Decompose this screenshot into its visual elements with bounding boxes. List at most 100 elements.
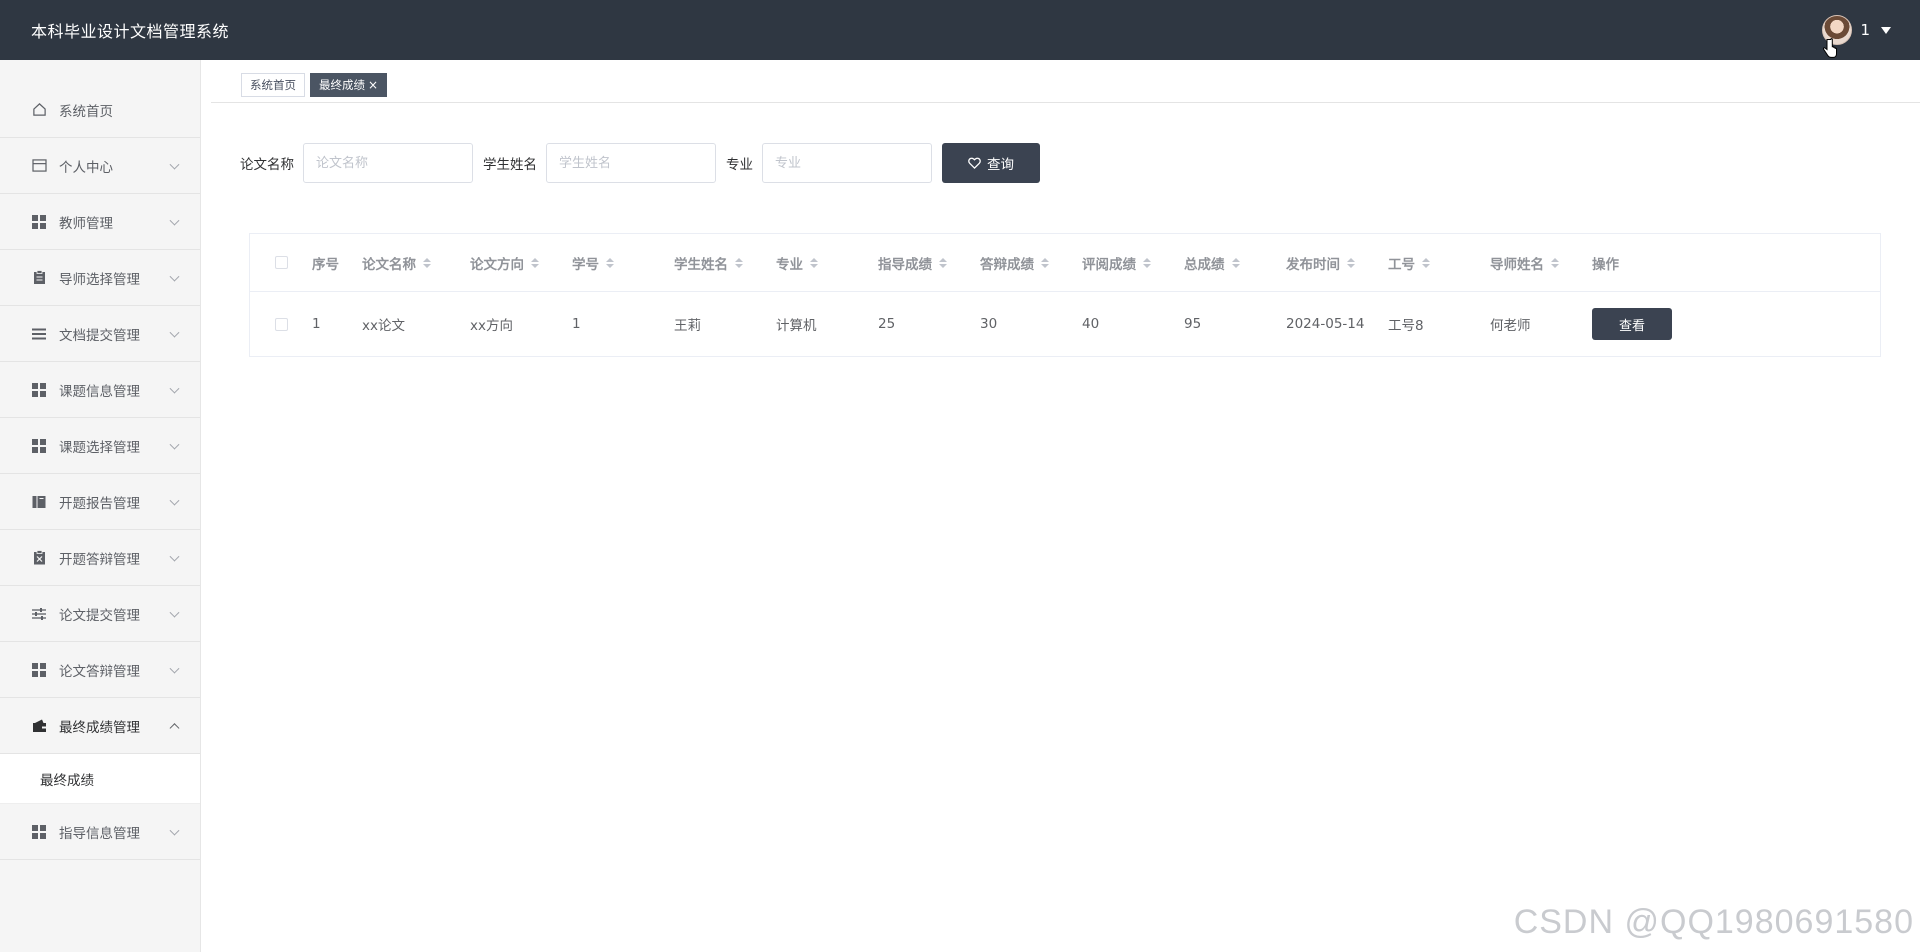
column-header[interactable]: 论文方向 — [470, 253, 572, 273]
close-icon[interactable]: × — [368, 74, 378, 96]
grid-icon — [31, 662, 47, 678]
column-header[interactable]: 导师姓名 — [1490, 253, 1592, 273]
search-button[interactable]: 查询 — [942, 143, 1040, 183]
chevron-down-icon[interactable] — [169, 383, 180, 394]
sidebar-item-personal-center[interactable]: 个人中心 — [0, 138, 200, 194]
row-checkbox[interactable] — [274, 317, 288, 331]
column-header[interactable]: 发布时间 — [1286, 253, 1388, 273]
sidebar-item-topic-info[interactable]: 课题信息管理 — [0, 362, 200, 418]
sort-icon[interactable] — [1231, 257, 1240, 268]
column-header: 序号 — [312, 253, 362, 273]
sidebar-item-label: 指导信息管理 — [59, 825, 140, 842]
chevron-down-icon[interactable] — [169, 215, 180, 226]
sidebar-item-label: 最终成绩管理 — [59, 719, 140, 736]
sidebar-item-label: 开题报告管理 — [59, 495, 140, 512]
sliders-icon — [31, 606, 47, 622]
sidebar-item-guidance-info[interactable]: 指导信息管理 — [0, 804, 200, 860]
column-label: 导师姓名 — [1490, 256, 1544, 273]
tags-view: 系统首页 最终成绩 × — [211, 73, 1920, 103]
sidebar-item-topic-selection[interactable]: 课题选择管理 — [0, 418, 200, 474]
table-cell: 计算机 — [776, 318, 817, 334]
sidebar-item-final-grades[interactable]: 最终成绩管理 — [0, 698, 200, 754]
table-cell: 2024-05-14 — [1286, 316, 1365, 332]
search-button-label: 查询 — [987, 157, 1014, 173]
chevron-down-icon[interactable] — [1881, 26, 1891, 34]
chevron-down-icon[interactable] — [169, 551, 180, 562]
sidebar-item-proposal-report[interactable]: 开题报告管理 — [0, 474, 200, 530]
sort-icon[interactable] — [1551, 257, 1559, 268]
sidebar-item-label: 论文答辩管理 — [59, 663, 140, 680]
sort-icon[interactable] — [1347, 257, 1355, 268]
sidebar-item-teacher-management[interactable]: 教师管理 — [0, 194, 200, 250]
column-label: 工号 — [1388, 256, 1415, 273]
chevron-down-icon[interactable] — [169, 327, 180, 338]
chevron-down-icon[interactable] — [169, 663, 180, 674]
sort-icon[interactable] — [606, 257, 614, 268]
sidebar-item-label: 论文提交管理 — [59, 607, 140, 624]
sidebar-item-label: 开题答辩管理 — [59, 551, 140, 568]
grid-icon — [31, 438, 47, 454]
table-cell: 25 — [878, 316, 896, 332]
view-button[interactable]: 查看 — [1592, 308, 1672, 340]
table-cell: 95 — [1184, 316, 1202, 332]
sidebar-item-label: 个人中心 — [59, 159, 113, 176]
sidebar-subitem-final-grades[interactable]: 最终成绩 — [0, 754, 200, 804]
sidebar-item-thesis-defense[interactable]: 论文答辩管理 — [0, 642, 200, 698]
card-icon — [31, 158, 47, 174]
chevron-down-icon[interactable] — [169, 159, 180, 170]
sidebar-item-advisor-selection[interactable]: 导师选择管理 — [0, 250, 200, 306]
chevron-down-icon[interactable] — [169, 271, 180, 282]
chevron-down-icon[interactable] — [169, 495, 180, 506]
sort-icon[interactable] — [810, 257, 818, 268]
column-header[interactable]: 学号 — [572, 253, 674, 273]
column-label: 学生姓名 — [674, 256, 728, 273]
chevron-down-icon[interactable] — [169, 439, 180, 450]
tag-final-grades[interactable]: 最终成绩 × — [310, 73, 388, 97]
app-title: 本科毕业设计文档管理系统 — [31, 22, 230, 41]
tag-home[interactable]: 系统首页 — [241, 73, 305, 97]
sort-icon[interactable] — [735, 257, 743, 268]
chevron-down-icon[interactable] — [169, 825, 180, 836]
chevron-up-icon[interactable] — [169, 722, 180, 733]
column-header[interactable]: 总成绩 — [1184, 253, 1286, 273]
user-name[interactable]: 1 — [1860, 21, 1870, 39]
column-header[interactable]: 学生姓名 — [674, 253, 776, 273]
sidebar-subitem-label: 最终成绩 — [40, 772, 94, 789]
grid-icon — [31, 824, 47, 840]
thesis-name-input[interactable] — [303, 143, 473, 183]
chevron-down-icon[interactable] — [169, 607, 180, 618]
sidebar-item-label: 课题信息管理 — [59, 383, 140, 400]
table-row: 1 xx论文 xx方向 1 王莉 计算机 25 30 40 95 2024-05… — [250, 292, 1880, 356]
select-all-checkbox[interactable] — [274, 256, 288, 269]
major-input[interactable] — [762, 143, 932, 183]
column-header[interactable]: 答辩成绩 — [980, 253, 1082, 273]
table-cell: 何老师 — [1490, 318, 1531, 334]
sort-icon[interactable] — [939, 257, 947, 268]
column-header[interactable]: 专业 — [776, 253, 878, 273]
table-header: 序号 论文名称 论文方向 学号 学生姓名 专业 指导成绩 答辩成绩 评阅成绩 总… — [250, 234, 1880, 292]
sidebar-item-label: 系统首页 — [59, 103, 113, 120]
sidebar-item-label: 导师选择管理 — [59, 271, 140, 288]
watermark: CSDN @QQ1980691580 — [1513, 903, 1914, 941]
column-label: 评阅成绩 — [1082, 256, 1136, 273]
column-header[interactable]: 论文名称 — [362, 253, 470, 273]
sort-icon[interactable] — [1143, 257, 1151, 268]
sidebar-item-document-submission[interactable]: 文档提交管理 — [0, 306, 200, 362]
sidebar-item-thesis-submission[interactable]: 论文提交管理 — [0, 586, 200, 642]
student-name-label: 学生姓名 — [483, 157, 537, 173]
main-content: 系统首页 最终成绩 × 论文名称 学生姓名 专业 查询 序号 论文名称 论文方向… — [201, 60, 1920, 952]
column-header[interactable]: 工号 — [1388, 253, 1490, 273]
sort-icon[interactable] — [1422, 257, 1430, 268]
top-header: 本科毕业设计文档管理系统 1 — [0, 0, 1920, 60]
table-cell: 1 — [312, 316, 321, 332]
sidebar-item-proposal-defense[interactable]: 开题答辩管理 — [0, 530, 200, 586]
hand-cursor-icon — [1823, 38, 1837, 58]
column-header[interactable]: 评阅成绩 — [1082, 253, 1184, 273]
sort-icon[interactable] — [1041, 257, 1049, 268]
student-name-input[interactable] — [546, 143, 716, 183]
column-header[interactable]: 指导成绩 — [878, 253, 980, 273]
action-cell: 查看 — [1592, 308, 1732, 340]
sort-icon[interactable] — [531, 257, 539, 268]
sort-icon[interactable] — [423, 257, 431, 268]
sidebar-item-home[interactable]: 系统首页 — [0, 82, 200, 138]
